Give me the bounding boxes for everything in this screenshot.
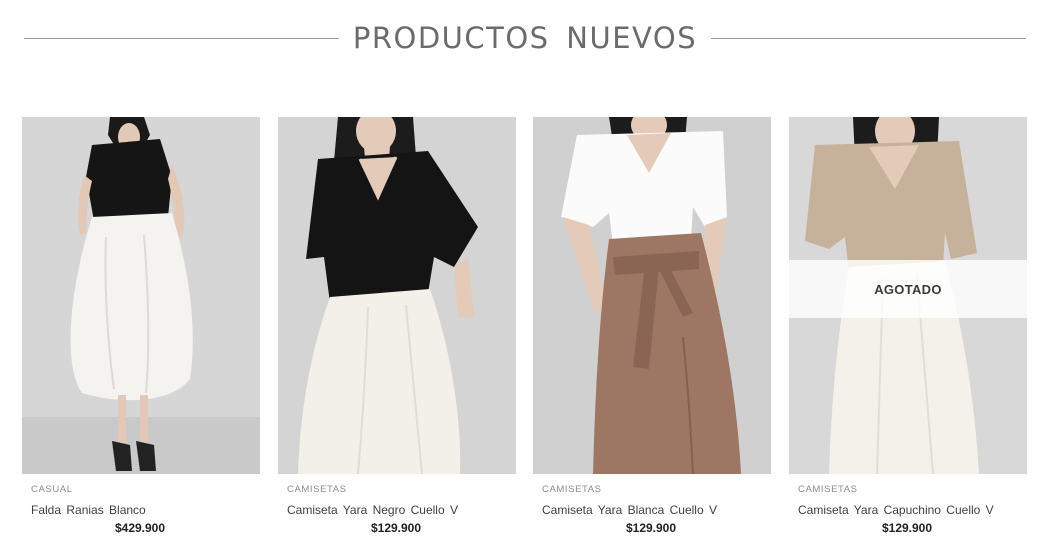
- product-category: CAMISETAS: [798, 484, 858, 495]
- product-image[interactable]: [22, 117, 260, 474]
- section-title: PRODUCTOS NUEVOS: [352, 21, 698, 55]
- product-info: CAMISETAS Camiseta Yara Capuchino Cuello…: [798, 484, 1020, 535]
- product-price: $129.900: [881, 521, 933, 535]
- header-rule-left: [24, 37, 339, 39]
- product-info: CASUAL Falda Ranias Blanco $429.900: [31, 484, 253, 535]
- product-category: CASUAL: [31, 484, 73, 495]
- product-image-illustration: [278, 117, 516, 474]
- product-name[interactable]: Camiseta Yara Blanca Cuello V: [542, 503, 764, 517]
- sold-out-badge: AGOTADO: [789, 260, 1027, 318]
- section-header: PRODUCTOS NUEVOS: [24, 14, 1026, 62]
- header-rule-right: [711, 37, 1026, 39]
- product-price: $129.900: [370, 521, 422, 535]
- product-image[interactable]: AGOTADO: [789, 117, 1027, 474]
- product-image-illustration: [533, 117, 771, 474]
- product-name[interactable]: Camiseta Yara Negro Cuello V: [287, 503, 509, 517]
- product-price: $129.900: [625, 521, 677, 535]
- product-card[interactable]: CASUAL Falda Ranias Blanco $429.900: [22, 117, 260, 542]
- product-card[interactable]: AGOTADO CAMISETAS Camiseta Yara Capuchin…: [789, 117, 1027, 542]
- product-image[interactable]: [278, 117, 516, 474]
- product-card[interactable]: CAMISETAS Camiseta Yara Negro Cuello V $…: [278, 117, 516, 542]
- product-category: CAMISETAS: [542, 484, 602, 495]
- product-name[interactable]: Camiseta Yara Capuchino Cuello V: [798, 503, 1020, 517]
- product-image-illustration: [22, 117, 260, 474]
- product-category: CAMISETAS: [287, 484, 347, 495]
- product-card[interactable]: CAMISETAS Camiseta Yara Blanca Cuello V …: [533, 117, 771, 542]
- product-info: CAMISETAS Camiseta Yara Negro Cuello V $…: [287, 484, 509, 535]
- product-grid: CASUAL Falda Ranias Blanco $429.900 CAMI…: [22, 117, 1027, 547]
- product-price: $429.900: [114, 521, 166, 535]
- product-image[interactable]: [533, 117, 771, 474]
- product-info: CAMISETAS Camiseta Yara Blanca Cuello V …: [542, 484, 764, 535]
- product-name[interactable]: Falda Ranias Blanco: [31, 503, 253, 517]
